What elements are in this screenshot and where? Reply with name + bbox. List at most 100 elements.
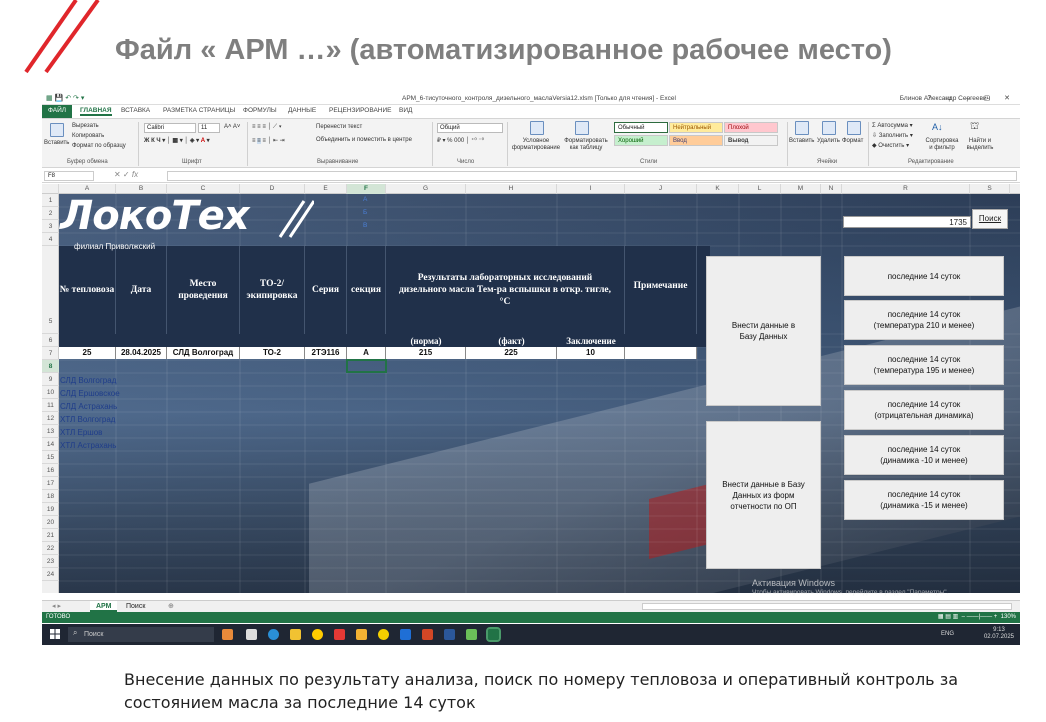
autosum-button[interactable]: Σ Автосумма ▾	[872, 122, 913, 129]
row-header[interactable]: 8	[42, 360, 59, 373]
bold-italic-underline-buttons[interactable]: Ж К Ч ▾ │ ▦ ▾ │ ◈ ▾ A ▾	[144, 137, 210, 144]
search-button[interactable]: Поиск	[972, 209, 1008, 229]
tab-data[interactable]: ДАННЫЕ	[288, 107, 316, 114]
font-size-select[interactable]: 11	[198, 123, 220, 133]
formula-icons[interactable]: ✕ ✓ fx	[114, 170, 138, 179]
column-header[interactable]: G	[386, 184, 466, 194]
window-controls[interactable]: ? ▭ – ▢ ✕	[927, 94, 1016, 102]
add-sheet-icon[interactable]: ⊕	[162, 601, 180, 612]
row-header[interactable]: 3	[42, 220, 59, 233]
language-indicator[interactable]: ENG	[941, 631, 954, 637]
sort-filter-button[interactable]: Сортировка и фильтр	[924, 138, 960, 152]
row-header[interactable]: 16	[42, 464, 59, 477]
column-header[interactable]: R	[842, 184, 970, 194]
yandex-y-icon[interactable]	[378, 629, 389, 640]
column-header[interactable]: S	[970, 184, 1010, 194]
depot-item[interactable]: ХТЛ Волгоград	[60, 415, 115, 424]
word-icon[interactable]	[444, 629, 455, 640]
cell-loco-no[interactable]: 25	[59, 347, 116, 359]
format-as-table-button[interactable]: Форматировать как таблицу	[562, 138, 610, 152]
row-header[interactable]: 20	[42, 516, 59, 529]
filter-dynamics-10-button[interactable]: последние 14 суток (динамика -10 и менее…	[844, 435, 1004, 475]
row-header[interactable]: 21	[42, 529, 59, 542]
filter-last-14-days-button[interactable]: последние 14 суток	[844, 256, 1004, 296]
system-clock[interactable]: 9:13 02.07.2025	[984, 627, 1014, 641]
cell-norm[interactable]: 215	[386, 347, 466, 359]
cell-date[interactable]: 28.04.2025	[116, 347, 167, 359]
depot-item[interactable]: СЛД Ершовское	[60, 389, 120, 398]
row-header[interactable]: 17	[42, 477, 59, 490]
clear-button[interactable]: ◆ Очистить ▾	[872, 142, 909, 149]
paste-button[interactable]: Вставить	[44, 140, 69, 146]
filter-dynamics-15-button[interactable]: последние 14 суток (динамика -15 и менее…	[844, 480, 1004, 520]
find-select-button[interactable]: Найти и выделить	[962, 138, 998, 152]
sheet-nav-arrows[interactable]: ◂ ▸	[46, 601, 67, 612]
merge-center-button[interactable]: Объединить и поместить в центре	[316, 137, 412, 143]
cell-to[interactable]: ТО-2	[240, 347, 305, 359]
row-header[interactable]: 15	[42, 451, 59, 464]
row-header[interactable]: 24	[42, 568, 59, 581]
row-header[interactable]: 9	[42, 373, 59, 386]
zoom-level[interactable]: ▦ ▤ ▥ – ——|—— + 130%	[938, 612, 1016, 623]
taskbar-search-input[interactable]: Поиск	[68, 627, 214, 642]
column-header[interactable]: M	[781, 184, 821, 194]
enter-data-button[interactable]: Внести данные в Базу Данных	[706, 256, 821, 406]
edge-icon[interactable]	[268, 629, 279, 640]
app-icon[interactable]	[466, 629, 477, 640]
depot-item[interactable]: ХТЛ Ершов	[60, 428, 102, 437]
outlook-icon[interactable]	[400, 629, 411, 640]
row-header[interactable]: 10	[42, 386, 59, 399]
number-format-select[interactable]: Общий	[437, 123, 503, 133]
style-bad[interactable]: Плохой	[724, 122, 778, 133]
column-header[interactable]: D	[240, 184, 305, 194]
row-header[interactable]: 2	[42, 207, 59, 220]
format-cells-button[interactable]: Формат	[842, 138, 863, 144]
font-grow-shrink-icon[interactable]: A˄ A˅	[224, 124, 240, 130]
row-header[interactable]: 19	[42, 503, 59, 516]
row-header[interactable]: 23	[42, 555, 59, 568]
copy-button[interactable]: Копировать	[72, 133, 104, 139]
row-header[interactable]: 18	[42, 490, 59, 503]
style-output[interactable]: Вывод	[724, 135, 778, 146]
quick-access-toolbar[interactable]: ▦ 💾 ↶ ↷ ▾	[46, 94, 84, 102]
cell-fact[interactable]: 225	[466, 347, 557, 359]
excel-taskbar-icon[interactable]	[486, 627, 501, 642]
column-header[interactable]: I	[557, 184, 625, 194]
column-header[interactable]: N	[821, 184, 842, 194]
row-header[interactable]: 7	[42, 347, 59, 360]
style-normal[interactable]: Обычный	[614, 122, 668, 133]
tab-review[interactable]: РЕЦЕНЗИРОВАНИЕ	[329, 107, 392, 114]
row-header[interactable]: 22	[42, 542, 59, 555]
cut-button[interactable]: Вырезать	[72, 123, 99, 129]
taskbar-widget-icon[interactable]	[222, 629, 233, 640]
column-header[interactable]: J	[625, 184, 697, 194]
row-header[interactable]: 5	[42, 246, 59, 334]
formula-input[interactable]	[167, 171, 1017, 181]
align-horizontal-buttons[interactable]: ≡ ≡ ≡ │ ⇤ ⇥	[252, 137, 285, 144]
row-header[interactable]: 12	[42, 412, 59, 425]
column-header[interactable]: H	[466, 184, 557, 194]
depot-item[interactable]: СЛД Астрахань	[60, 402, 117, 411]
tab-view[interactable]: ВИД	[399, 107, 412, 114]
cell-place[interactable]: СЛД Волгоград	[167, 347, 240, 359]
style-input[interactable]: Ввод	[669, 135, 723, 146]
active-cell-f8[interactable]	[346, 359, 387, 373]
filter-temp-210-button[interactable]: последние 14 суток (температура 210 и ме…	[844, 300, 1004, 340]
wrap-text-button[interactable]: Перенести текст	[316, 124, 362, 130]
row-header[interactable]: 4	[42, 233, 59, 246]
format-painter-button[interactable]: Формат по образцу	[72, 143, 126, 149]
depot-item[interactable]: СЛД Волгоград	[60, 376, 116, 385]
filter-temp-195-button[interactable]: последние 14 суток (температура 195 и ме…	[844, 345, 1004, 385]
search-locomotive-input[interactable]: 1735	[843, 216, 971, 228]
horizontal-scrollbar[interactable]	[642, 603, 1012, 610]
row-header[interactable]: 1	[42, 194, 59, 207]
fill-button[interactable]: ⇩ Заполнить ▾	[872, 132, 913, 139]
windows-start-icon[interactable]	[50, 629, 60, 639]
font-name-select[interactable]: Calibri	[144, 123, 196, 133]
task-view-icon[interactable]	[246, 629, 257, 640]
yandex-browser-icon[interactable]	[312, 629, 323, 640]
tab-insert[interactable]: ВСТАВКА	[121, 107, 150, 114]
row-header[interactable]: 14	[42, 438, 59, 451]
style-good[interactable]: Хороший	[614, 135, 668, 146]
delete-cells-button[interactable]: Удалить	[817, 138, 840, 144]
